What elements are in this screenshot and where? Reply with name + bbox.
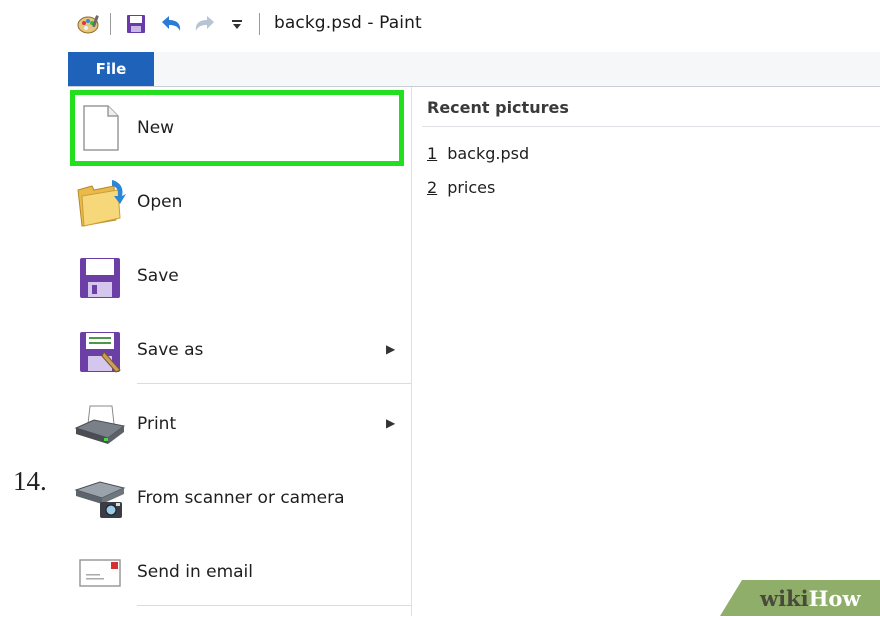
menu-item-label: Save (137, 266, 179, 286)
toolbar-separator (259, 13, 260, 35)
recent-item-number: 1 (427, 144, 438, 163)
redo-icon[interactable] (192, 12, 218, 36)
watermark-text-how: How (808, 586, 861, 611)
window-title: backg.psd - Paint (274, 13, 422, 33)
recent-pictures-header: Recent pictures (427, 98, 569, 117)
menu-item-save-as[interactable]: Save as ▶ (68, 313, 411, 387)
file-tab[interactable]: File (68, 52, 154, 86)
recent-item[interactable]: 2 prices (427, 178, 495, 197)
customize-dropdown-icon[interactable] (228, 12, 246, 36)
wikihow-watermark: wikiHow (720, 578, 880, 616)
menu-item-from-scanner[interactable]: From scanner or camera (68, 461, 411, 535)
menu-item-label: From scanner or camera (137, 488, 345, 508)
save-as-icon (74, 324, 126, 376)
save-icon[interactable] (124, 12, 148, 36)
save-icon (74, 250, 126, 302)
menu-item-send-email[interactable]: Send in email (68, 535, 411, 609)
menu-item-save[interactable]: Save (68, 239, 411, 313)
open-folder-icon (74, 176, 126, 228)
ribbon-tab-bar: File (68, 52, 880, 87)
recent-divider (422, 126, 880, 127)
submenu-arrow-icon: ▶ (386, 416, 396, 430)
undo-icon[interactable] (158, 12, 184, 36)
title-bar: backg.psd - Paint (68, 0, 880, 48)
recent-pictures-panel: Recent pictures 1 backg.psd 2 prices (412, 87, 880, 616)
menu-item-label: Send in email (137, 562, 254, 582)
toolbar-separator (110, 13, 111, 35)
menu-item-open[interactable]: Open (68, 165, 411, 239)
watermark-text-wiki: wiki (760, 586, 809, 611)
menu-item-print[interactable]: Print ▶ (68, 387, 411, 461)
recent-item-number: 2 (427, 178, 438, 197)
menu-item-label: Print (137, 414, 177, 434)
step-number: 14. (13, 466, 47, 496)
menu-item-label: Open (137, 192, 183, 212)
recent-item-name: prices (447, 178, 496, 197)
recent-item-name: backg.psd (447, 144, 530, 163)
printer-icon (74, 398, 126, 450)
submenu-arrow-icon: ▶ (386, 342, 396, 356)
paint-app-icon[interactable] (76, 12, 102, 36)
new-highlight-box (70, 90, 404, 166)
email-icon (74, 546, 126, 598)
menu-item-label: Save as (137, 340, 204, 360)
paint-window: backg.psd - Paint File New Open Save Sav… (68, 0, 880, 616)
file-menu: New Open Save Save as ▶ Print ▶ From sca… (68, 87, 412, 616)
menu-separator (137, 605, 411, 606)
scanner-icon (74, 472, 126, 524)
recent-item[interactable]: 1 backg.psd (427, 144, 529, 163)
menu-separator (137, 383, 411, 384)
